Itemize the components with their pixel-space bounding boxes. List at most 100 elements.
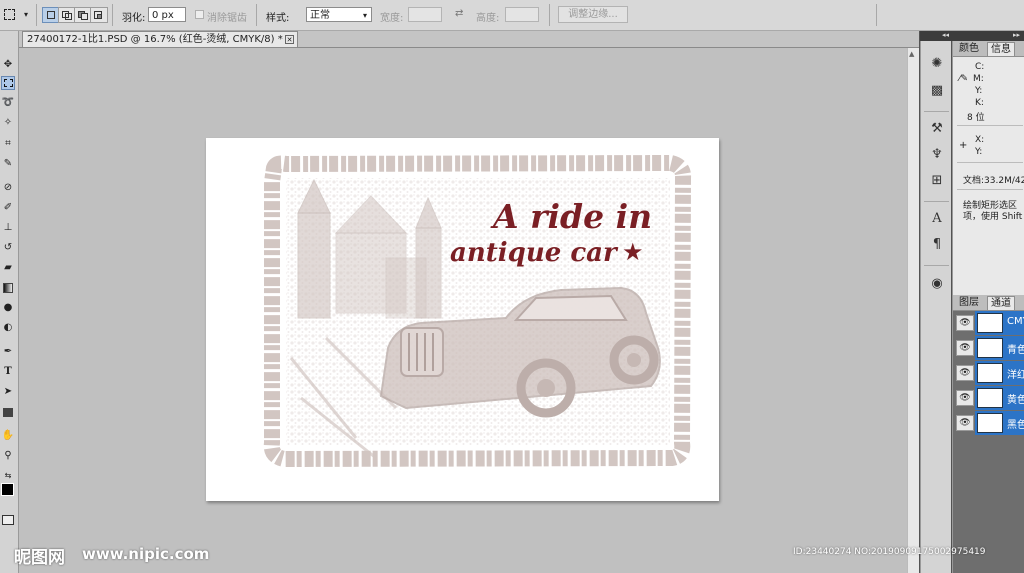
brush-tool-icon[interactable]: ✐ [1, 201, 15, 215]
channel-name: 黑色 [1007, 420, 1024, 431]
vintage-car-artwork: A ride in antique car ★ [263, 154, 692, 468]
channel-thumbnail [977, 313, 1003, 333]
height-input[interactable] [505, 7, 539, 22]
width-input[interactable] [408, 7, 442, 22]
style-select[interactable]: 正常 ▾ [306, 7, 372, 22]
info-c-label: C: [975, 62, 985, 72]
height-label: 高度: [476, 13, 500, 24]
eye-icon[interactable]: 👁 [956, 390, 974, 406]
character-icon[interactable]: A [928, 209, 946, 227]
eye-icon[interactable]: 👁 [956, 340, 974, 356]
clone-stamp-icon[interactable]: ⊥ [1, 221, 15, 235]
eraser-icon[interactable]: ▰ [1, 261, 15, 275]
magic-wand-icon[interactable]: ✧ [1, 116, 15, 130]
dock-header: ◂◂ ▸▸ [920, 31, 1024, 41]
info-hint-line2: 项，使用 Shift [963, 212, 1023, 222]
expand-panels-icon[interactable]: ▸▸ [1013, 31, 1020, 39]
refine-edge-button[interactable]: 调整边缘... [558, 6, 628, 23]
channel-name: 洋红 [1007, 370, 1024, 381]
document-tab[interactable]: 27400172-1比1.PSD @ 16.7% (红色-烫绒, CMYK/8)… [22, 31, 298, 47]
intersect-selection-button[interactable] [90, 7, 108, 23]
tab-color[interactable]: 颜色 [956, 42, 982, 56]
info-k-label: K: [975, 98, 984, 108]
paragraph-icon[interactable]: ¶ [928, 235, 946, 253]
tool-preset-dropdown-icon[interactable]: ▾ [24, 10, 28, 19]
chevron-down-icon: ▾ [362, 11, 367, 20]
channel-row[interactable]: 👁 黄色 [953, 386, 1024, 410]
path-selection-icon[interactable]: ➤ [1, 385, 15, 399]
antialias-label: 消除锯齿 [207, 13, 247, 24]
info-m-label: M: [973, 74, 984, 84]
scroll-up-arrow-icon[interactable]: ▲ [909, 50, 914, 58]
options-bar: ▾ 羽化: 0 px 消除锯齿 样式: 正常 ▾ 宽度: ⇄ 高度: 调整边缘.… [0, 0, 1024, 31]
info-x-label: X: [975, 135, 985, 145]
document-canvas[interactable]: A ride in antique car ★ [206, 138, 719, 501]
tab-layers[interactable]: 图层 [956, 296, 982, 310]
channel-thumbnail [977, 413, 1003, 433]
dodge-tool-icon[interactable]: ◐ [1, 321, 15, 335]
quick-mask-icon[interactable] [2, 515, 14, 525]
channel-row[interactable]: 👁 CMYK [953, 311, 1024, 335]
rect-marquee-icon[interactable] [4, 9, 15, 20]
channels-panel-tabs: 图层 通道 [953, 295, 1024, 311]
info-panel-tabs: 颜色 信息 [953, 41, 1024, 57]
collapse-panels-icon[interactable]: ◂◂ [942, 31, 949, 39]
lasso-tool-icon[interactable]: ➰ [1, 96, 15, 110]
dock-icon-column: ✺ ▩ ⚒ ♆ ⊞ A ¶ ◉ [920, 41, 951, 573]
artwork-title-line1: A ride in [490, 197, 652, 236]
eye-icon[interactable]: 👁 [956, 315, 974, 331]
eye-icon[interactable]: 👁 [956, 415, 974, 431]
hand-tool-icon[interactable]: ✋ [1, 429, 15, 443]
feather-input[interactable]: 0 px [148, 7, 186, 22]
swap-dimensions-icon[interactable]: ⇄ [455, 8, 463, 19]
healing-brush-icon[interactable]: ⊘ [1, 181, 15, 195]
tool-presets-icon[interactable]: ⚒ [928, 119, 946, 137]
channel-row[interactable]: 👁 洋红 [953, 361, 1024, 385]
info-y-label: Y: [975, 86, 983, 96]
clone-source-icon[interactable]: ⊞ [928, 171, 946, 189]
vertical-scrollbar[interactable]: ▲ [907, 48, 919, 573]
blur-tool-icon[interactable]: ● [1, 301, 15, 315]
move-tool-icon[interactable]: ✥ [1, 58, 15, 72]
style-select-value: 正常 [310, 10, 330, 21]
artwork-star-icon: ★ [622, 238, 644, 266]
swap-colors-icon[interactable]: ⇆ [1, 469, 15, 483]
shape-tool-icon[interactable] [1, 405, 15, 419]
rect-marquee-tool-icon[interactable] [1, 76, 15, 90]
antialias-checkbox[interactable] [195, 10, 204, 19]
channel-row[interactable]: 👁 青色 [953, 336, 1024, 360]
eye-icon[interactable]: 👁 [956, 365, 974, 381]
gradient-tool-icon[interactable] [1, 281, 15, 295]
eyedropper-icon[interactable]: ✎ [1, 157, 15, 171]
info-y2-label: Y: [975, 147, 983, 157]
histogram-icon[interactable]: ▩ [928, 81, 946, 99]
crop-tool-icon[interactable]: ⌗ [1, 137, 15, 151]
close-icon[interactable]: ✕ [285, 35, 294, 44]
watermark-site: www.nipic.com [82, 545, 210, 563]
tab-channels[interactable]: 通道 [987, 296, 1015, 310]
channel-row[interactable]: 👁 黑色 [953, 411, 1024, 435]
channel-thumbnail [977, 338, 1003, 358]
channel-name: 青色 [1007, 345, 1024, 356]
timer-icon[interactable]: ◉ [928, 274, 946, 292]
brushes-icon[interactable]: ♆ [928, 145, 946, 163]
pen-tool-icon[interactable]: ✒ [1, 345, 15, 359]
history-brush-icon[interactable]: ↺ [1, 241, 15, 255]
channel-name: CMYK [1007, 316, 1024, 327]
tools-panel: ✥ ➰ ✧ ⌗ ✎ ⊘ ✐ ⊥ ↺ ▰ ● ◐ ✒ T ➤ ✋ ⚲ ⇆ [0, 31, 19, 573]
style-label: 样式: [266, 13, 290, 24]
info-panel: 颜色 信息 ⁄✎ C: M: Y: K: 8 位 + X: Y: 文档:33.2… [952, 41, 1024, 295]
channel-thumbnail [977, 363, 1003, 383]
cmyk-sampler-icon: ⁄✎ [959, 74, 969, 84]
type-tool-icon[interactable]: T [1, 365, 15, 379]
feather-label: 羽化: [122, 13, 146, 24]
channel-thumbnail [977, 388, 1003, 408]
tab-info[interactable]: 信息 [987, 42, 1015, 56]
document-tab-title: 27400172-1比1.PSD @ 16.7% (红色-烫绒, CMYK/8)… [27, 34, 283, 45]
crosshair-icon: + [959, 140, 968, 151]
channels-panel: 图层 通道 👁 CMYK 👁 青色 👁 洋红 👁 黄色 👁 黑色 [952, 295, 1024, 573]
navigator-icon[interactable]: ✺ [928, 54, 946, 72]
foreground-color-swatch[interactable] [1, 483, 14, 496]
zoom-tool-icon[interactable]: ⚲ [1, 449, 15, 463]
info-bit-depth: 8 位 [967, 113, 985, 123]
